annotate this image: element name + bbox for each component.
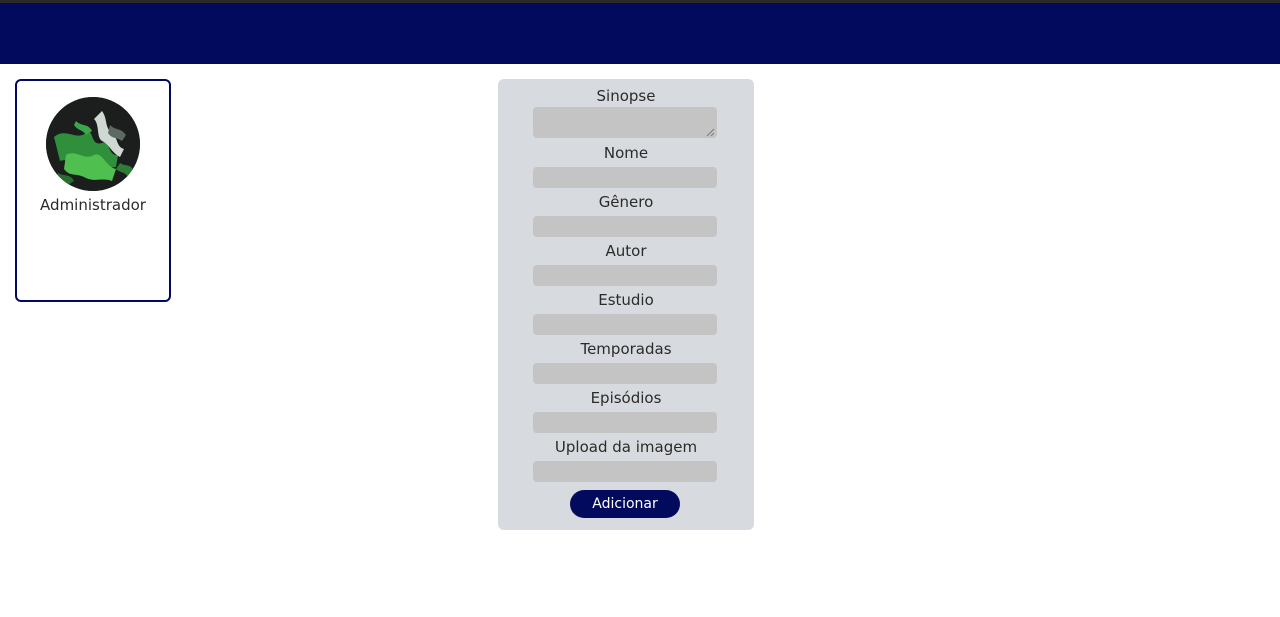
add-anime-form: Sinopse Nome Gênero Autor Estudio Tempor… (498, 79, 754, 530)
studio-input[interactable] (533, 314, 717, 335)
synopsis-label: Sinopse (596, 87, 656, 105)
seasons-input[interactable] (533, 363, 717, 384)
image-upload-input[interactable] (533, 461, 717, 482)
profile-name: Administrador (40, 196, 146, 214)
episodes-label: Episódios (590, 389, 662, 407)
add-button[interactable]: Adicionar (570, 490, 680, 518)
episodes-input[interactable] (533, 412, 717, 433)
avatar-image (46, 97, 140, 191)
genre-label: Gênero (598, 193, 654, 211)
genre-input[interactable] (533, 216, 717, 237)
synopsis-textarea[interactable] (533, 107, 717, 138)
author-input[interactable] (533, 265, 717, 286)
resize-grip-icon[interactable] (706, 128, 715, 137)
profile-card: Administrador (15, 79, 171, 302)
author-label: Autor (605, 242, 647, 260)
studio-label: Estudio (598, 291, 654, 309)
name-label: Nome (603, 144, 649, 162)
header-bar (0, 3, 1280, 64)
image-upload-label: Upload da imagem (554, 438, 698, 456)
seasons-label: Temporadas (580, 340, 672, 358)
name-input[interactable] (533, 167, 717, 188)
avatar[interactable] (46, 97, 140, 191)
